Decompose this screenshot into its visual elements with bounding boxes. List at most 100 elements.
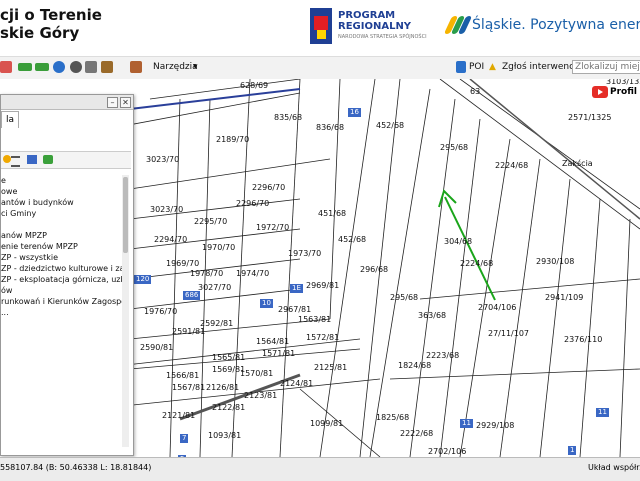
layer-item[interactable]: ci Gminy bbox=[1, 208, 123, 219]
scrollbar[interactable] bbox=[122, 175, 129, 447]
parcel-label: 2224/68 bbox=[460, 259, 494, 268]
parcel-label: 1825/68 bbox=[376, 413, 410, 422]
building-number-badge: 1E bbox=[290, 284, 303, 293]
chevron-down-icon[interactable]: ▾ bbox=[193, 62, 198, 72]
parcel-label: 2224/68 bbox=[495, 161, 529, 170]
tools-menu[interactable]: Narzędzia bbox=[153, 62, 198, 72]
poi-icon[interactable] bbox=[456, 61, 466, 73]
parcel-label: 1572/81 bbox=[306, 333, 340, 342]
program-line-2: REGIONALNY bbox=[338, 20, 412, 32]
info-icon[interactable] bbox=[53, 61, 65, 73]
tab-layers[interactable]: la bbox=[1, 111, 20, 128]
location-search-input[interactable] bbox=[572, 60, 640, 74]
parcel-label: 63 bbox=[470, 87, 481, 96]
parcel-label: 1563/81 bbox=[298, 315, 332, 324]
parcel-label: 3027/70 bbox=[198, 283, 232, 292]
slaskie-slogan: Śląskie. Pozytywna energ bbox=[472, 17, 640, 33]
parcel-label: 835/68 bbox=[274, 113, 303, 122]
layer-item[interactable]: e bbox=[1, 175, 123, 186]
parcel-label: 1567/81 bbox=[172, 383, 206, 392]
layer-icon[interactable] bbox=[43, 155, 53, 164]
parcel-label: 295/68 bbox=[390, 293, 419, 302]
parcel-label: 2967/81 bbox=[278, 305, 312, 314]
legend-icon[interactable] bbox=[27, 155, 37, 164]
page-title: cji o Terenie skie Góry bbox=[0, 6, 102, 42]
parcel-label: 2223/68 bbox=[426, 351, 460, 360]
parcel-label: Zakścia bbox=[562, 159, 593, 168]
youtube-label: Profil bbox=[610, 87, 637, 97]
parcel-label: 1973/70 bbox=[288, 249, 322, 258]
parcel-label: 2123/81 bbox=[244, 391, 278, 400]
building-number-badge: 10 bbox=[260, 299, 273, 308]
parcel-label: 1970/70 bbox=[202, 243, 236, 252]
parcel-label: 2702/106 bbox=[428, 447, 467, 456]
tools-icon[interactable] bbox=[130, 61, 142, 73]
parcel-label: 2122/81 bbox=[212, 403, 246, 412]
panel-tools bbox=[1, 151, 131, 169]
parcel-label: 2295/70 bbox=[194, 217, 228, 226]
parcel-label: 1969/70 bbox=[166, 259, 200, 268]
warning-icon: ▲ bbox=[489, 62, 496, 72]
youtube-profile-link[interactable]: Profil bbox=[592, 86, 637, 98]
parcel-label: 3023/70 bbox=[146, 155, 180, 164]
parcel-label: 2189/70 bbox=[216, 135, 250, 144]
parcel-label: 2124/81 bbox=[280, 379, 314, 388]
slaskie-mark-icon bbox=[443, 14, 473, 36]
minimize-button[interactable]: – bbox=[107, 97, 118, 108]
layer-item[interactable]: ZP - eksploatacja górnicza, uzbr bbox=[1, 274, 123, 285]
poi-button[interactable]: POI bbox=[469, 62, 484, 72]
layer-item[interactable]: enie terenów MPZP bbox=[1, 241, 123, 252]
layer-list: e owe antów i budynków ci Gminy anów MPZP en… bbox=[1, 175, 123, 451]
program-line-1: PROGRAM bbox=[338, 9, 396, 21]
parcel-label: 2294/70 bbox=[154, 235, 188, 244]
printer-icon[interactable] bbox=[85, 61, 97, 73]
parcel-label: 1565/81 bbox=[212, 353, 246, 362]
layer-item[interactable]: owe bbox=[1, 186, 123, 197]
scrollbar-thumb[interactable] bbox=[123, 177, 128, 253]
building-number-badge: 11 bbox=[596, 408, 609, 417]
parcel-label: 2126/81 bbox=[206, 383, 240, 392]
slaskie-logo: Śląskie. Pozytywna energ bbox=[443, 14, 640, 36]
parcel-label: 1824/68 bbox=[398, 361, 432, 370]
parcel-label: 1570/81 bbox=[240, 369, 274, 378]
back-arrow-icon[interactable] bbox=[18, 63, 32, 71]
building-number-badge: 1 bbox=[568, 446, 577, 455]
layer-item[interactable]: ZP - dziedzictwo kulturowe i zab bbox=[1, 263, 123, 274]
program-regionalny-logo: PROGRAM REGIONALNY NARODOWA STRATEGIA SP… bbox=[310, 8, 427, 44]
parcel-label: 1976/70 bbox=[144, 307, 178, 316]
parcel-label: 2590/81 bbox=[140, 343, 174, 352]
forward-arrow-icon[interactable] bbox=[35, 63, 49, 71]
parcel-label: 296/68 bbox=[360, 265, 389, 274]
parcel-label: 27/11/107 bbox=[488, 329, 530, 338]
parcel-label: 1566/81 bbox=[166, 371, 200, 380]
sun-icon[interactable] bbox=[3, 155, 11, 163]
layer-item[interactable]: runkowań i Kierunków Zagospo bbox=[1, 296, 123, 307]
parcel-label: 2121/81 bbox=[162, 411, 196, 420]
parcel-label: 3023/70 bbox=[150, 205, 184, 214]
coordinates-readout: 558107.84 (B: 50.46338 L: 18.81844) bbox=[0, 463, 152, 472]
search-icon[interactable] bbox=[70, 61, 82, 73]
building-number-badge: 120 bbox=[134, 275, 152, 284]
close-button[interactable]: ✕ bbox=[120, 97, 131, 108]
layer-item[interactable]: ZP - wszystkie bbox=[1, 252, 123, 263]
coordinate-system: Układ współrz bbox=[588, 463, 640, 472]
parcel-label: 2222/68 bbox=[400, 429, 434, 438]
parcel-label: 2296/70 bbox=[252, 183, 286, 192]
layer-item[interactable]: anów MPZP bbox=[1, 230, 123, 241]
list-icon[interactable] bbox=[11, 156, 20, 167]
parcel-label: 2296/70 bbox=[236, 199, 270, 208]
report-button[interactable]: Zgłoś interwencje bbox=[502, 62, 582, 72]
layer-item[interactable] bbox=[1, 219, 123, 230]
parcel-label: 2941/109 bbox=[545, 293, 584, 302]
parcel-label: 2930/108 bbox=[536, 257, 575, 266]
parcel-label: 452/68 bbox=[338, 235, 367, 244]
print-icon[interactable] bbox=[0, 61, 12, 73]
parcel-label: 628/69 bbox=[240, 81, 269, 90]
layer-item[interactable]: ów bbox=[1, 285, 123, 296]
parcel-label: 452/68 bbox=[376, 121, 405, 130]
layer-item[interactable]: antów i budynków bbox=[1, 197, 123, 208]
measure-icon[interactable] bbox=[101, 61, 113, 73]
parcel-label: 304/68 bbox=[444, 237, 473, 246]
layer-item[interactable]: ... bbox=[1, 307, 123, 318]
parcel-label: 451/68 bbox=[318, 209, 347, 218]
